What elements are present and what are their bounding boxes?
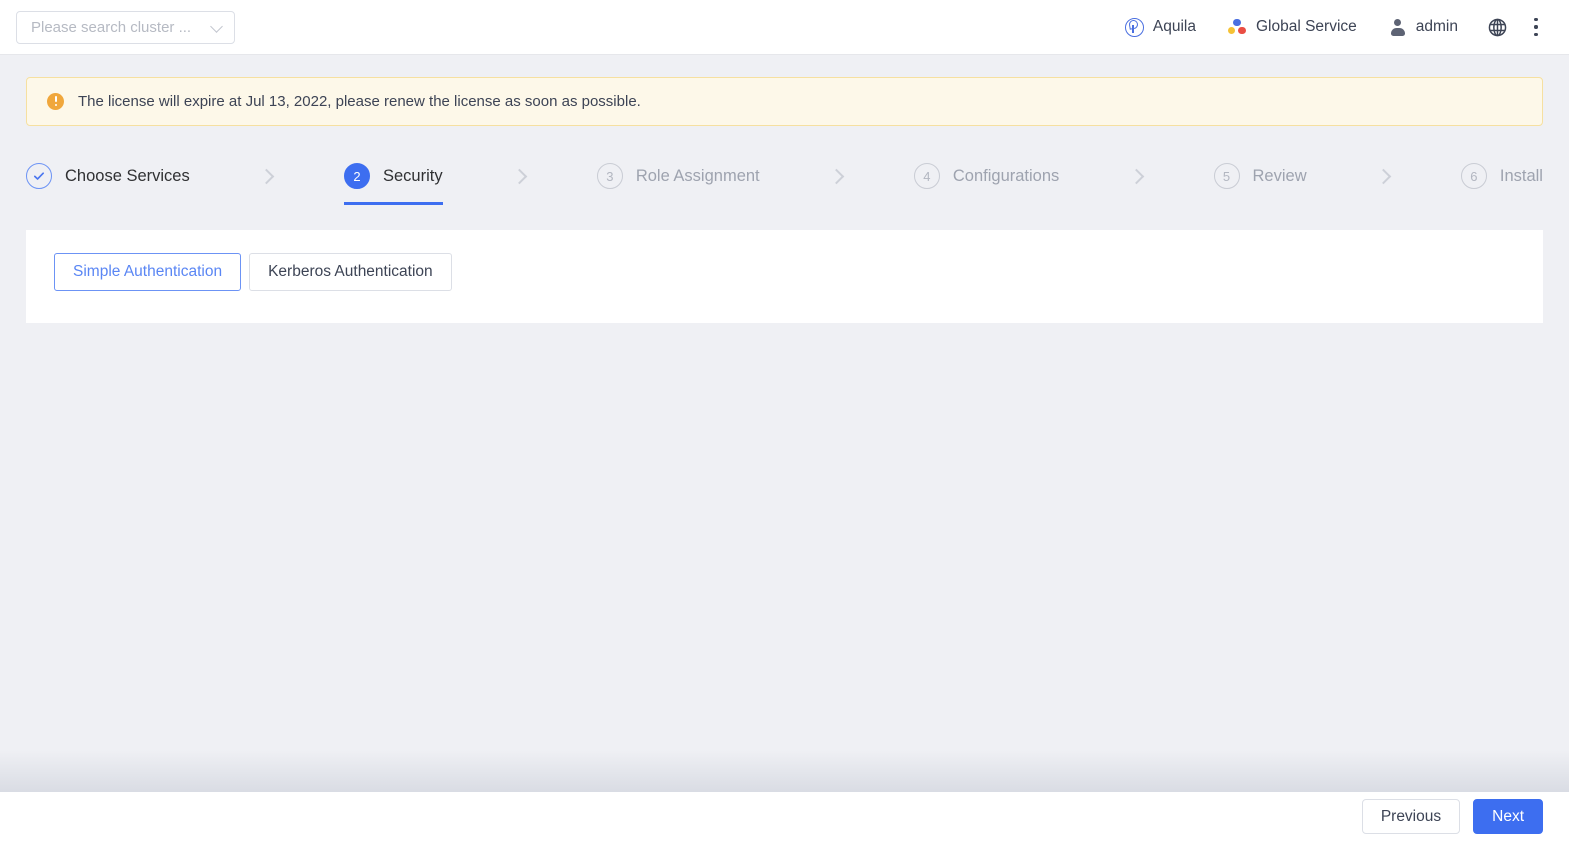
chevron-down-icon (211, 21, 224, 34)
security-content-card: Simple Authentication Kerberos Authentic… (26, 230, 1543, 323)
step-security[interactable]: 2 Security (343, 148, 443, 205)
chevron-right-icon (828, 168, 845, 184)
step-4-indicator: 4 (913, 163, 940, 189)
license-warning-text: The license will expire at Jul 13, 2022,… (78, 93, 641, 110)
step-separator-1 (190, 148, 344, 196)
tab-kerberos-authentication-label: Kerberos Authentication (268, 263, 433, 280)
cluster-search-select[interactable]: Please search cluster ... (16, 10, 235, 44)
tab-simple-authentication[interactable]: Simple Authentication (54, 253, 242, 291)
kebab-menu-icon (1534, 17, 1538, 37)
step-6-label: Install (1499, 166, 1543, 185)
step-separator-4 (1059, 148, 1213, 196)
header-item-global-service[interactable]: Global Service (1212, 7, 1373, 47)
header-item-aquila[interactable]: Aquila (1109, 7, 1212, 47)
footer-shadow (0, 750, 1569, 792)
previous-button[interactable]: Previous (1361, 799, 1461, 834)
step-6-indicator: 6 (1460, 163, 1487, 189)
step-2-label: Security (382, 166, 443, 185)
header-item-aquila-label: Aquila (1152, 18, 1196, 35)
chevron-right-icon (1375, 168, 1392, 184)
chevron-right-icon (1128, 168, 1145, 184)
header-item-admin-label: admin (1415, 18, 1458, 35)
top-header: Please search cluster ... Aquila Global … (0, 0, 1569, 55)
cluster-search-placeholder: Please search cluster ... (31, 18, 192, 36)
step-5-label: Review (1252, 166, 1307, 185)
more-menu-button[interactable] (1521, 7, 1551, 47)
user-icon (1389, 18, 1407, 36)
header-item-global-service-label: Global Service (1255, 18, 1357, 35)
step-configurations[interactable]: 4 Configurations (913, 148, 1060, 196)
step-install[interactable]: 6 Install (1460, 148, 1543, 196)
warning-icon (47, 93, 64, 110)
step-3-indicator: 3 (596, 163, 623, 189)
step-5-indicator: 5 (1213, 163, 1240, 189)
step-separator-5 (1307, 148, 1461, 196)
step-4-label: Configurations (952, 166, 1060, 185)
step-2-active-underline (343, 202, 443, 205)
tab-simple-authentication-label: Simple Authentication (73, 263, 223, 280)
header-item-admin[interactable]: admin (1373, 7, 1474, 47)
global-service-icon (1227, 18, 1247, 36)
previous-button-label: Previous (1380, 807, 1442, 825)
chevron-right-icon (511, 168, 528, 184)
globe-icon (1488, 18, 1507, 36)
step-3-label: Role Assignment (635, 166, 760, 185)
step-separator-3 (760, 148, 914, 196)
authentication-tabs: Simple Authentication Kerberos Authentic… (54, 253, 1543, 291)
aquila-logo-icon (1124, 17, 1144, 37)
step-1-label: Choose Services (65, 166, 190, 185)
check-icon (33, 172, 45, 180)
next-button-label: Next (1492, 807, 1524, 825)
step-2-indicator: 2 (343, 163, 370, 189)
page-body: The license will expire at Jul 13, 2022,… (0, 55, 1569, 792)
step-choose-services[interactable]: Choose Services (26, 148, 190, 196)
license-warning-banner: The license will expire at Jul 13, 2022,… (26, 77, 1543, 126)
chevron-right-icon (259, 168, 275, 184)
language-button[interactable] (1474, 7, 1521, 47)
wizard-footer: Previous Next (0, 792, 1569, 841)
install-wizard-stepper: Choose Services 2 Security 3 Role Assign… (26, 148, 1543, 208)
step-separator-2 (443, 148, 597, 196)
step-review[interactable]: 5 Review (1213, 148, 1307, 196)
header-actions: Aquila Global Service admin (1109, 7, 1551, 47)
step-role-assignment[interactable]: 3 Role Assignment (596, 148, 760, 196)
tab-kerberos-authentication[interactable]: Kerberos Authentication (249, 253, 452, 291)
next-button[interactable]: Next (1473, 799, 1543, 834)
step-1-indicator (26, 163, 52, 189)
